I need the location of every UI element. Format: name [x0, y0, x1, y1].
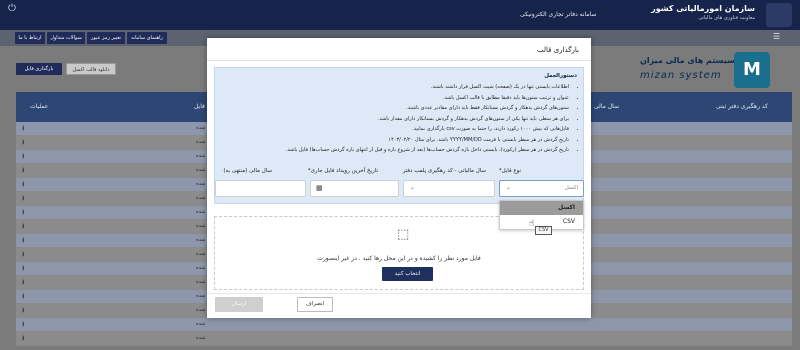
choose-file-button[interactable]: انتخاب کنید	[382, 267, 433, 281]
year-end-input[interactable]	[215, 180, 306, 197]
header-operations: عملیات	[30, 103, 49, 110]
row-status: شده	[196, 167, 206, 173]
download-icon[interactable]: ⭳	[22, 138, 24, 149]
menu-contact-us[interactable]: ارتباط با ما	[15, 32, 45, 44]
row-status: شده	[196, 139, 206, 145]
instruction-item: ستون‌های گردش بدهکار و گردش بستانکار فقط…	[221, 103, 569, 114]
year-end-label: سال مالی (منتهی به)	[223, 168, 272, 174]
file-type-select[interactable]: اکسل ⌄	[499, 180, 584, 197]
file-type-value: اکسل	[564, 185, 578, 191]
menu-change-password[interactable]: تغییر رمز عبور	[87, 32, 125, 44]
last-date-label: تاریخ آخرین رویداد فایل جاری*	[307, 168, 378, 174]
table-row: ⭳ شده	[16, 318, 792, 332]
download-icon[interactable]: ⭳	[22, 152, 24, 163]
org-name: سازمان امورمالیاتی کشور	[651, 4, 755, 13]
row-status: شده	[196, 223, 206, 229]
row-status: شده	[196, 335, 206, 341]
download-icon[interactable]: ⭳	[22, 208, 24, 219]
row-status: شده	[196, 307, 206, 313]
download-icon[interactable]: ⭳	[22, 222, 24, 233]
org-subtitle: معاونت فناوری های مالیاتی	[698, 15, 755, 21]
drop-zone-text: فایل مورد نظر را کشیده و در این محل رها …	[317, 255, 481, 262]
option-excel[interactable]: اکسل	[500, 201, 583, 215]
instructions-list: اطلاعات بایستی تنها در یک (صفحه) شیت اکس…	[221, 82, 577, 156]
download-icon[interactable]: ⭳	[22, 250, 24, 261]
download-icon[interactable]: ⭳	[22, 166, 24, 177]
fiscal-select[interactable]: ⌄	[403, 180, 495, 197]
top-banner: ⏻ سامانه دفاتر تجاری الکترونیکی سازمان ا…	[0, 0, 800, 30]
last-date-input[interactable]: ▦	[310, 180, 399, 197]
header-fiscal-year: سال مالی	[594, 103, 619, 110]
download-template-button[interactable]: دانلود قالب اکسل	[66, 63, 116, 75]
chevron-down-icon: ⌄	[410, 184, 416, 191]
upload-file-button[interactable]: بارگذاری فایل	[16, 63, 62, 75]
fiscal-label: سال مالیاتی - کد رهگیری پلمب دفتر	[402, 168, 486, 174]
download-icon[interactable]: ⭳	[22, 180, 24, 191]
instruction-item: برای هر سطر، باید تنها یکی از ستون‌های گ…	[221, 114, 569, 125]
download-icon[interactable]: ⭳	[22, 264, 24, 275]
table-row: ⭳ شده	[16, 332, 792, 346]
header-file: فایل	[194, 103, 205, 110]
instruction-item: فایل‌هایی که بیش ۱۰۰۰ رکورد دارند، را حت…	[221, 124, 569, 135]
instruction-item: تاریخ گردش در هر سطر بایستی با فرمت YYYY…	[221, 135, 569, 146]
row-status: شده	[196, 125, 206, 131]
download-icon[interactable]: ⭳	[22, 124, 24, 135]
divider	[207, 60, 591, 61]
send-button[interactable]: ارسال	[215, 297, 263, 312]
hamburger-icon[interactable]: ☰	[773, 32, 780, 41]
file-type-label: نوع فایل*	[498, 168, 521, 174]
header-tracking: کد رهگیری دفتر ثبتی	[716, 103, 768, 110]
mouse-cursor-icon: ☝	[529, 219, 535, 229]
row-status: شده	[196, 153, 206, 159]
row-status: شده	[196, 209, 206, 215]
row-status: شده	[196, 195, 206, 201]
brand-fa: سیستم های مالی میزان	[640, 56, 735, 65]
row-status: شده	[196, 181, 206, 187]
download-icon[interactable]: ⭳	[22, 194, 24, 205]
brand-en: mizan system	[640, 70, 722, 81]
mizan-logo-icon: M	[734, 52, 770, 88]
system-name: سامانه دفاتر تجاری الکترونیکی	[520, 11, 597, 18]
cancel-button[interactable]: انصراف	[297, 297, 333, 312]
download-icon[interactable]: ⭳	[22, 236, 24, 247]
upload-template-modal: بارگذاری قالب دستورالعمل اطلاعات بایستی …	[207, 38, 591, 318]
modal-title: بارگذاری قالب	[537, 46, 579, 54]
calendar-icon[interactable]: ▦	[316, 184, 323, 192]
chevron-down-icon: ⌄	[506, 184, 512, 191]
download-icon[interactable]: ⭳	[22, 292, 24, 303]
row-status: شده	[196, 237, 206, 243]
org-logo	[766, 3, 792, 27]
instruction-item: اطلاعات بایستی تنها در یک (صفحه) شیت اکس…	[221, 82, 569, 93]
power-icon[interactable]: ⏻	[8, 3, 16, 14]
divider	[207, 293, 591, 294]
row-status: شده	[196, 321, 206, 327]
tooltip: CSV	[535, 226, 552, 235]
drag-drop-icon: ⬚	[397, 227, 410, 242]
row-status: شده	[196, 251, 206, 257]
instruction-item: عنوان و ترتیب ستون‌ها باید دقیقا مطابق ب…	[221, 93, 569, 104]
download-icon[interactable]: ⭳	[22, 278, 24, 289]
row-status: شده	[196, 265, 206, 271]
row-status: شده	[196, 293, 206, 299]
download-icon[interactable]: ⭳	[22, 306, 24, 317]
download-icon[interactable]: ⭳	[22, 320, 24, 331]
download-icon[interactable]: ⭳	[22, 334, 24, 345]
instructions-title: دستورالعمل	[544, 73, 577, 79]
instruction-item: تاریخ گردش در هر سطر (رکورد)، بایستی داخ…	[221, 145, 569, 156]
menu-help[interactable]: راهنمای سامانه	[127, 32, 167, 44]
row-status: شده	[196, 279, 206, 285]
menu-faq[interactable]: سوالات متداول	[47, 32, 85, 44]
